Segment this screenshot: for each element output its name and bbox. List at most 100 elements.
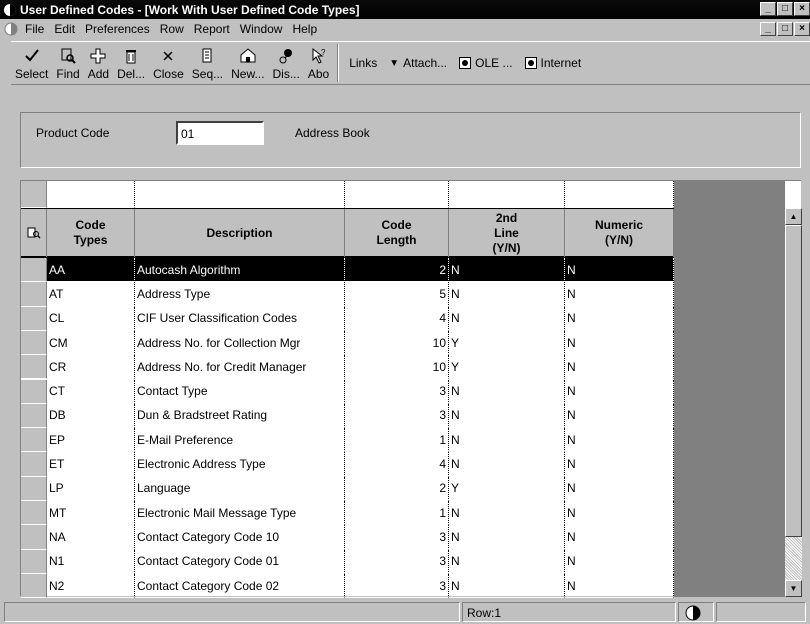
delete-button[interactable]: Del...: [113, 42, 149, 84]
row-selector[interactable]: [21, 525, 47, 550]
cell-second-line[interactable]: N: [449, 549, 565, 574]
qbe-numeric[interactable]: [565, 181, 674, 208]
row-selector[interactable]: [21, 549, 47, 574]
cell-numeric[interactable]: N: [565, 258, 674, 283]
menu-row[interactable]: Row: [155, 22, 189, 36]
cell-code-length[interactable]: 3: [345, 573, 449, 599]
cell-code-length[interactable]: 10: [345, 355, 449, 380]
row-selector[interactable]: [21, 403, 47, 429]
cell-second-line[interactable]: N: [449, 573, 565, 599]
cell-description[interactable]: Contact Category Code 01: [135, 549, 345, 574]
col-second-line[interactable]: 2nd Line (Y/N): [449, 209, 565, 257]
cell-code-length[interactable]: 2: [345, 476, 449, 501]
cell-code-length[interactable]: 3: [345, 549, 449, 574]
cell-second-line[interactable]: N: [449, 403, 565, 429]
cell-second-line[interactable]: N: [449, 501, 565, 526]
cell-code-length[interactable]: 4: [345, 306, 449, 331]
table-row[interactable]: ET Electronic Address Type 4 N N: [21, 452, 674, 477]
cell-numeric[interactable]: N: [565, 403, 674, 429]
menu-edit[interactable]: Edit: [49, 22, 80, 36]
cell-second-line[interactable]: N: [449, 282, 565, 307]
cell-description[interactable]: CIF User Classification Codes: [135, 306, 345, 331]
cell-numeric[interactable]: N: [565, 355, 674, 380]
table-row[interactable]: N2 Contact Category Code 02 3 N N: [21, 573, 674, 599]
row-selector[interactable]: [21, 428, 47, 453]
internet-button[interactable]: Internet: [519, 42, 588, 84]
cell-code-type[interactable]: CM: [47, 330, 135, 356]
cell-code-length[interactable]: 5: [345, 282, 449, 307]
attach-button[interactable]: ▼ Attach...: [383, 42, 453, 84]
cell-description[interactable]: Contact Category Code 10: [135, 525, 345, 550]
cell-code-type[interactable]: NA: [47, 525, 135, 550]
cell-second-line[interactable]: N: [449, 452, 565, 477]
cell-code-length[interactable]: 3: [345, 403, 449, 429]
table-row[interactable]: N1 Contact Category Code 01 3 N N: [21, 549, 674, 574]
cell-numeric[interactable]: N: [565, 549, 674, 574]
cell-description[interactable]: Address No. for Collection Mgr: [135, 330, 345, 356]
cell-numeric[interactable]: N: [565, 525, 674, 550]
cell-code-length[interactable]: 1: [345, 501, 449, 526]
cell-description[interactable]: Address No. for Credit Manager: [135, 355, 345, 380]
row-selector[interactable]: [21, 306, 47, 331]
cell-second-line[interactable]: N: [449, 525, 565, 550]
cell-code-length[interactable]: 10: [345, 330, 449, 356]
cell-second-line[interactable]: Y: [449, 476, 565, 501]
col-numeric[interactable]: Numeric (Y/N): [565, 209, 674, 257]
cell-numeric[interactable]: N: [565, 501, 674, 526]
cell-code-length[interactable]: 4: [345, 452, 449, 477]
table-row[interactable]: CL CIF User Classification Codes 4 N N: [21, 306, 674, 331]
select-button[interactable]: Select: [11, 42, 52, 84]
cell-code-type[interactable]: CR: [47, 355, 135, 380]
table-row[interactable]: NA Contact Category Code 10 3 N N: [21, 525, 674, 550]
cell-description[interactable]: Address Type: [135, 282, 345, 307]
cell-description[interactable]: Electronic Address Type: [135, 452, 345, 477]
cell-code-type[interactable]: AA: [47, 258, 135, 283]
cell-code-type[interactable]: EP: [47, 428, 135, 453]
mdi-minimize-button[interactable]: _: [760, 22, 776, 36]
about-button[interactable]: ? Abo: [304, 42, 333, 84]
row-selector[interactable]: [21, 476, 47, 501]
table-row[interactable]: EP E-Mail Preference 1 N N: [21, 428, 674, 453]
cell-numeric[interactable]: N: [565, 476, 674, 501]
cell-code-type[interactable]: MT: [47, 501, 135, 526]
menu-report[interactable]: Report: [189, 22, 235, 36]
table-row[interactable]: CR Address No. for Credit Manager 10 Y N: [21, 355, 674, 380]
qbe-code-length[interactable]: [345, 181, 449, 208]
scroll-thumb[interactable]: [785, 225, 802, 537]
close-button[interactable]: Close: [149, 42, 188, 84]
table-row[interactable]: CT Contact Type 3 N N: [21, 379, 674, 404]
cell-numeric[interactable]: N: [565, 306, 674, 331]
cell-code-type[interactable]: AT: [47, 282, 135, 307]
scroll-down-button[interactable]: ▼: [785, 580, 802, 597]
row-selector[interactable]: [21, 355, 47, 380]
cell-code-type[interactable]: LP: [47, 476, 135, 501]
cell-numeric[interactable]: N: [565, 573, 674, 599]
cell-description[interactable]: Autocash Algorithm: [135, 258, 345, 283]
row-selector[interactable]: [21, 258, 47, 283]
ole-button[interactable]: OLE ...: [453, 42, 518, 84]
col-code-types[interactable]: Code Types: [47, 209, 135, 257]
table-row[interactable]: LP Language 2 Y N: [21, 476, 674, 501]
add-button[interactable]: Add: [84, 42, 113, 84]
menu-window[interactable]: Window: [235, 22, 288, 36]
cell-second-line[interactable]: Y: [449, 330, 565, 356]
cell-description[interactable]: Dun & Bradstreet Rating: [135, 403, 345, 429]
sequence-button[interactable]: Seq...: [188, 42, 227, 84]
table-row[interactable]: DB Dun & Bradstreet Rating 3 N N: [21, 403, 674, 429]
table-row[interactable]: AT Address Type 5 N N: [21, 282, 674, 307]
cell-code-length[interactable]: 2: [345, 258, 449, 283]
cell-description[interactable]: Electronic Mail Message Type: [135, 501, 345, 526]
row-selector[interactable]: [21, 379, 47, 404]
cell-numeric[interactable]: N: [565, 282, 674, 307]
qbe-code-types[interactable]: [47, 181, 135, 208]
close-window-button[interactable]: ×: [794, 2, 810, 16]
menu-help[interactable]: Help: [287, 22, 322, 36]
table-row[interactable]: AA Autocash Algorithm 2 N N: [21, 258, 674, 283]
cell-code-type[interactable]: ET: [47, 452, 135, 477]
row-selector[interactable]: [21, 330, 47, 356]
menu-file[interactable]: File: [20, 22, 49, 36]
cell-description[interactable]: Contact Category Code 02: [135, 573, 345, 599]
col-code-length[interactable]: Code Length: [345, 209, 449, 257]
cell-code-type[interactable]: DB: [47, 403, 135, 429]
mdi-restore-button[interactable]: □: [777, 22, 793, 36]
